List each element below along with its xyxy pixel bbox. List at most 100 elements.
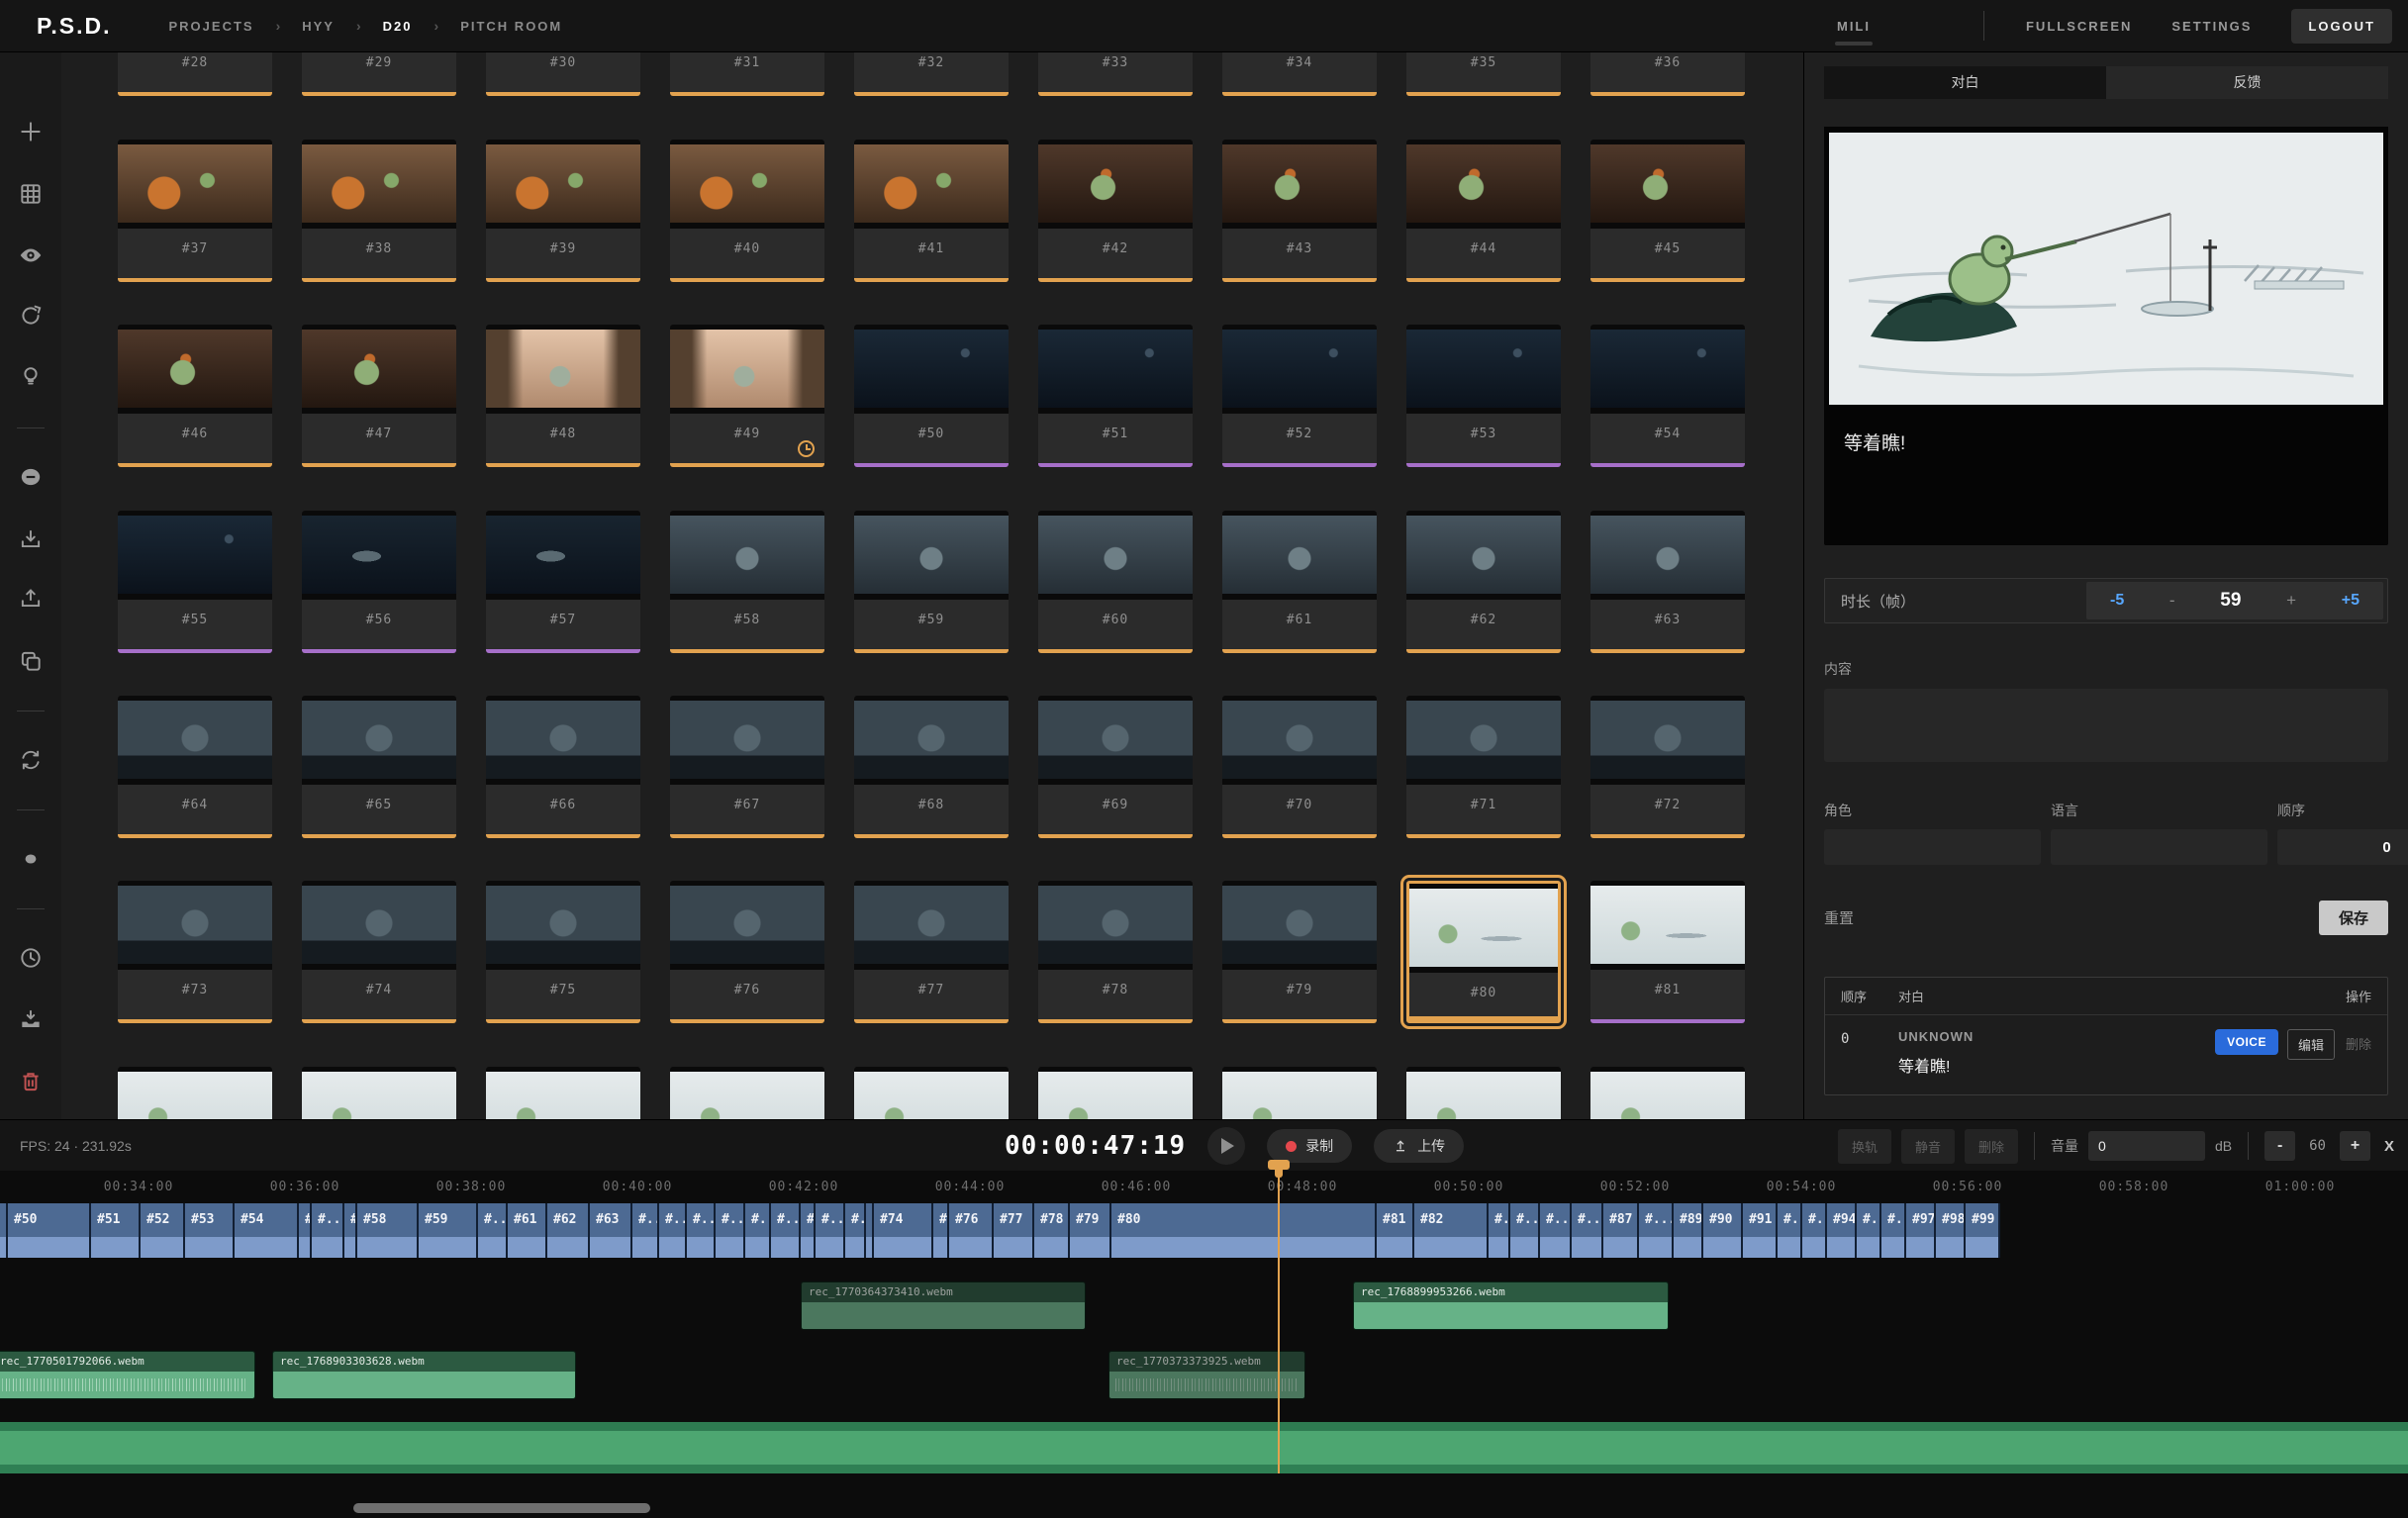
storyboard-card[interactable]: #64 [118,696,272,838]
storyboard-card[interactable]: #41 [854,140,1009,282]
storyboard-card[interactable]: #72 [1590,696,1745,838]
storyboard-card[interactable]: #52 [1222,325,1377,467]
storyboard-card[interactable]: #89 [1406,1067,1561,1119]
save-button[interactable]: 保存 [2318,901,2388,935]
playhead-line[interactable] [1278,1171,1280,1473]
timeline-shot-clip[interactable]: #.. [312,1203,344,1258]
timeline-shot-clip[interactable]: #62 [547,1203,590,1258]
storyboard-card[interactable]: #70 [1222,696,1377,838]
timeline-shot-clip[interactable]: #81 [1377,1203,1414,1258]
timeline-shot-clip[interactable]: #91 [1743,1203,1778,1258]
storyboard-card[interactable]: #48 [486,325,640,467]
fullscreen-button[interactable]: FULLSCREEN [2026,19,2132,34]
zoom-out-button[interactable]: - [2264,1131,2296,1161]
storyboard-card[interactable]: #36 [1590,52,1745,96]
storyboard-card[interactable]: #66 [486,696,640,838]
storyboard-card[interactable]: #56 [302,511,456,653]
timeline-shot-clip[interactable]: #.. [1857,1203,1881,1258]
storyboard-card[interactable]: #83 [302,1067,456,1119]
timeline-shot-clip[interactable]: #.. [1881,1203,1906,1258]
audio-clip[interactable]: rec_1770364373410.webm [801,1281,1086,1330]
storyboard-card[interactable]: #60 [1038,511,1193,653]
storyboard-card[interactable]: #53 [1406,325,1561,467]
storyboard-card[interactable]: #33 [1038,52,1193,96]
timeline-shot-clip[interactable]: #.. [845,1203,866,1258]
storyboard-card[interactable]: #77 [854,881,1009,1023]
timeline-shot-clip[interactable]: # [299,1203,312,1258]
storyboard-card[interactable]: #38 [302,140,456,282]
storyboard-card[interactable]: #81 [1590,881,1745,1023]
timeline-shot-clip[interactable]: #... [478,1203,508,1258]
storyboard-card[interactable]: #44 [1406,140,1561,282]
storyboard-card[interactable]: #78 [1038,881,1193,1023]
timeline-shot-clip[interactable]: #97 [1906,1203,1936,1258]
timeline-shot-clip[interactable]: # [344,1203,357,1258]
order-input[interactable] [2277,829,2408,865]
sidebar-button-plus[interactable] [16,117,46,146]
timeline-shot-clip[interactable]: #99 [1966,1203,2000,1258]
sidebar-button-eye[interactable] [16,240,46,270]
storyboard-card[interactable]: #73 [118,881,272,1023]
content-textarea[interactable] [1824,689,2388,762]
storyboard-card[interactable]: #31 [670,52,824,96]
storyboard-card[interactable]: #85 [670,1067,824,1119]
language-input[interactable] [2051,829,2267,865]
track-action-button[interactable]: 删除 [1964,1128,2018,1164]
storyboard-card[interactable]: #57 [486,511,640,653]
storyboard-card[interactable]: #30 [486,52,640,96]
timeline-shot-clip[interactable]: #54 [235,1203,299,1258]
storyboard-card[interactable]: #35 [1406,52,1561,96]
breadcrumb-item[interactable]: PITCH ROOM [460,19,562,34]
timeline-shot-clip[interactable]: #... [771,1203,801,1258]
timeline-shot-clip[interactable]: #... [1572,1203,1603,1258]
timeline-shot-clip[interactable]: #.. [1510,1203,1540,1258]
minus-1-button[interactable]: - [2169,591,2175,611]
sidebar-button-grid[interactable] [16,179,46,209]
storyboard-card[interactable]: #39 [486,140,640,282]
timeline-shot-clip[interactable]: #... [816,1203,845,1258]
track-action-button[interactable]: 换轨 [1837,1128,1891,1164]
audio-clip[interactable]: rec_1770501792066.webm [0,1351,255,1399]
timeline-shot-clip[interactable]: #74 [874,1203,933,1258]
timeline-shot-clip[interactable]: #51 [91,1203,141,1258]
storyboard-card[interactable]: #76 [670,881,824,1023]
timeline-shot-clip[interactable]: #. [866,1203,874,1258]
sidebar-button-dot[interactable] [16,844,46,874]
tab-dialogue[interactable]: 对白 [1824,66,2106,99]
timeline-shot-clip[interactable]: #94 [1827,1203,1857,1258]
volume-input[interactable] [2088,1131,2205,1161]
storyboard-card[interactable]: #79 [1222,881,1377,1023]
sidebar-button-redo[interactable] [16,301,46,331]
timeline-shot-clip[interactable]: #... [1540,1203,1572,1258]
timeline-shot-clip[interactable]: #50 [8,1203,91,1258]
play-button[interactable] [1207,1127,1246,1165]
storyboard-card[interactable]: #82 [118,1067,272,1119]
voice-button[interactable]: VOICE [2215,1029,2278,1055]
timeline-shot-clip[interactable]: #80 [1111,1203,1377,1258]
storyboard-card[interactable]: #67 [670,696,824,838]
storyboard-card[interactable]: #32 [854,52,1009,96]
breadcrumb-item[interactable]: PROJECTS [169,19,254,34]
sidebar-button-download[interactable] [16,524,46,554]
storyboard-card[interactable]: #86 [854,1067,1009,1119]
timeline-shot-clip[interactable]: #78 [1034,1203,1070,1258]
timeline-shot-clip[interactable]: #58 [357,1203,419,1258]
timeline-shot-clip[interactable]: #... [716,1203,745,1258]
storyboard-card[interactable]: #69 [1038,696,1193,838]
close-timeline-button[interactable]: X [2384,1138,2394,1155]
plus-1-button[interactable]: + [2286,591,2296,611]
breadcrumb-item[interactable]: HYY [302,19,335,34]
reset-button[interactable]: 重置 [1824,907,1854,928]
storyboard-card[interactable]: #46 [118,325,272,467]
zoom-in-button[interactable]: + [2339,1131,2370,1161]
timeline-shot-clip[interactable]: #. [801,1203,816,1258]
timeline-shot-clip[interactable]: #... [1639,1203,1674,1258]
audio-clip[interactable]: rec_1768899953266.webm [1353,1281,1669,1330]
sidebar-button-clock[interactable] [16,943,46,973]
storyboard-card[interactable]: #90 [1590,1067,1745,1119]
settings-button[interactable]: SETTINGS [2171,19,2252,34]
record-button[interactable]: 录制 [1267,1129,1353,1163]
storyboard-card[interactable]: #51 [1038,325,1193,467]
sidebar-button-minus-circle[interactable] [16,462,46,492]
storyboard-card[interactable]: #28 [118,52,272,96]
